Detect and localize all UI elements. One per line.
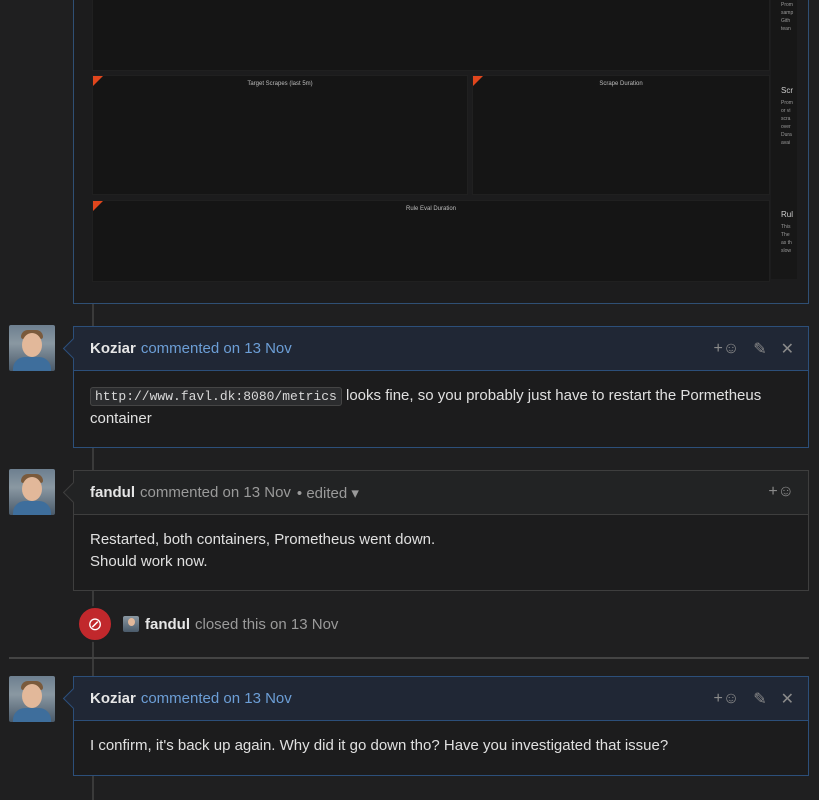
closed-icon: ⊘ — [77, 606, 113, 642]
comment-header: Koziar commented on 13 Nov +☺ ✎ ✕ — [74, 327, 808, 371]
edit-icon[interactable]: ✎ — [753, 689, 766, 709]
comment-line: Restarted, both containers, Prometheus w… — [90, 531, 436, 548]
avatar[interactable] — [9, 676, 55, 722]
delete-icon[interactable]: ✕ — [781, 689, 794, 709]
comment-actions: +☺ ✎ ✕ — [714, 689, 795, 709]
comment-header: Koziar commented on 13 Nov +☺ ✎ ✕ — [74, 677, 808, 721]
avatar[interactable] — [9, 325, 55, 371]
mini-avatar[interactable] — [123, 616, 139, 632]
inline-code: http://www.favl.dk:8080/metrics — [90, 387, 342, 406]
edited-dropdown[interactable]: • edited ▾ — [297, 484, 359, 502]
event-text: closed this on 13 Nov — [195, 615, 339, 633]
comment-actions: +☺ ✎ ✕ — [714, 339, 795, 359]
comment: Koziar commented on 13 Nov +☺ ✎ ✕ I conf… — [62, 676, 809, 776]
comment-author[interactable]: Koziar — [90, 690, 136, 707]
comment-body: http://www.favl.dk:8080/metrics looks fi… — [74, 371, 808, 444]
dashboard-screenshot: Target Scrapes (last 5m) Scrape Duration… — [73, 0, 809, 304]
comment-timestamp[interactable]: commented on 13 Nov — [141, 340, 292, 357]
panel-title: Rule Eval Duration — [405, 206, 457, 212]
dashboard-panel-top — [92, 0, 770, 71]
dashboard-panel-rule-eval: Rule Eval Duration — [92, 200, 770, 282]
comment-timestamp[interactable]: commented on 13 Nov — [141, 690, 292, 707]
comment-header: fandul commented on 13 Nov • edited ▾ +☺ — [74, 471, 808, 515]
comment-body: I confirm, it's back up again. Why did i… — [74, 721, 808, 771]
dashboard-panel-target-scrapes: Target Scrapes (last 5m) — [92, 75, 468, 195]
edit-icon[interactable]: ✎ — [753, 339, 766, 359]
timeline-event-closed: ⊘ fandul closed this on 13 Nov — [77, 606, 339, 642]
divider — [9, 657, 809, 659]
dashboard-side-panel: Prom samp Gith tean Scr Prom or vi scra … — [771, 0, 797, 279]
panel-title: Target Scrapes (last 5m) — [247, 81, 313, 87]
comment-line: Should work now. — [90, 553, 208, 570]
add-reaction-icon[interactable]: +☺ — [768, 483, 794, 501]
side-section-rule: Rul This The as th slow — [781, 210, 794, 255]
comment-author[interactable]: fandul — [90, 484, 135, 501]
add-reaction-icon[interactable]: +☺ — [714, 690, 740, 708]
comment: Koziar commented on 13 Nov +☺ ✎ ✕ http:/… — [62, 326, 809, 448]
comment-text: I confirm, it's back up again. Why did i… — [90, 737, 669, 754]
side-section-scrape: Scr Prom or vi scra over Dura avai — [781, 86, 793, 147]
event-actor[interactable]: fandul — [145, 616, 190, 633]
avatar[interactable] — [9, 469, 55, 515]
comment-body: Restarted, both containers, Prometheus w… — [74, 515, 808, 587]
delete-icon[interactable]: ✕ — [781, 339, 794, 359]
panel-title: Scrape Duration — [599, 81, 643, 87]
dashboard-panel-scrape-duration: Scrape Duration — [472, 75, 770, 195]
comment: fandul commented on 13 Nov • edited ▾ +☺… — [62, 470, 809, 591]
comment-author[interactable]: Koziar — [90, 340, 136, 357]
add-reaction-icon[interactable]: +☺ — [714, 340, 740, 358]
side-text-top: Prom samp Gith tean — [781, 2, 794, 32]
comment-actions: +☺ — [768, 483, 794, 501]
comment-timestamp[interactable]: commented on 13 Nov — [140, 484, 291, 501]
